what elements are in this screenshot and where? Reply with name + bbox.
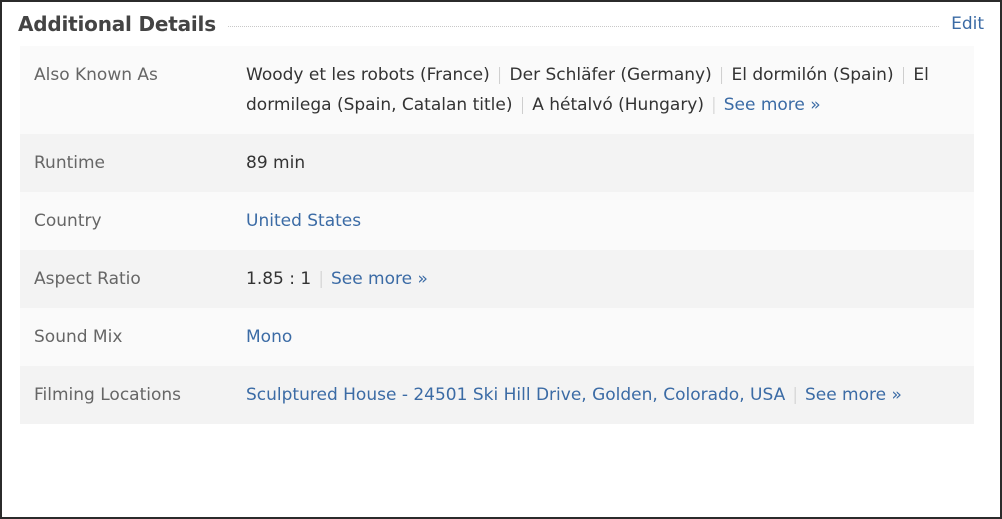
value-separator: | <box>711 95 717 115</box>
value-separator: | <box>318 269 324 289</box>
value-text-runtime-0: 89 min <box>246 153 306 173</box>
detail-value-country: United States <box>246 206 974 236</box>
page-title: Additional Details <box>18 12 216 36</box>
detail-row-country: Country United States <box>20 192 974 250</box>
see-more-link-filming-locations[interactable]: See more » <box>805 385 902 405</box>
detail-value-aspect-ratio: 1.85 : 1 | See more » <box>246 264 974 294</box>
detail-row-also-known-as: Also Known As Woody et les robots (France… <box>20 46 974 134</box>
value-text-also-known-as-1: Der Schläfer (Germany) <box>509 65 712 85</box>
details-table: Also Known As Woody et les robots (France… <box>20 46 974 424</box>
see-more-link-also-known-as[interactable]: See more » <box>724 95 821 115</box>
detail-value-sound-mix: Mono <box>246 322 974 352</box>
detail-label-aspect-ratio: Aspect Ratio <box>34 269 141 289</box>
section-header: Additional Details Edit <box>2 2 1000 46</box>
value-separator: | <box>519 95 526 115</box>
additional-details-panel: Additional Details Edit Also Known As Woo… <box>0 0 1002 519</box>
detail-label-sound-mix: Sound Mix <box>34 327 123 347</box>
edit-link[interactable]: Edit <box>951 15 984 33</box>
value-separator: | <box>496 65 503 85</box>
detail-value-filming-locations: Sculptured House - 24501 Ski Hill Drive,… <box>246 380 974 410</box>
value-text-also-known-as-4: A hétalvó (Hungary) <box>532 95 704 115</box>
detail-row-sound-mix: Sound Mix Mono <box>20 308 974 366</box>
see-more-link-aspect-ratio[interactable]: See more » <box>331 269 428 289</box>
value-text-also-known-as-2: El dormilón (Spain) <box>731 65 894 85</box>
detail-row-runtime: Runtime 89 min <box>20 134 974 192</box>
value-text-also-known-as-0: Woody et les robots (France) <box>246 65 490 85</box>
detail-value-also-known-as: Woody et les robots (France) | Der Schläfe… <box>246 60 974 120</box>
detail-value-runtime: 89 min <box>246 148 974 178</box>
value-separator: | <box>792 385 798 405</box>
detail-row-filming-locations: Filming Locations Sculptured House - 2450… <box>20 366 974 424</box>
detail-label-filming-locations: Filming Locations <box>34 385 181 405</box>
detail-label-country: Country <box>34 211 102 231</box>
value-separator: | <box>718 65 725 85</box>
detail-label-runtime: Runtime <box>34 153 106 173</box>
value-text-aspect-ratio-0: 1.85 : 1 <box>246 269 312 289</box>
value-link-sound-mix-0[interactable]: Mono <box>246 327 292 347</box>
header-divider <box>227 26 940 28</box>
detail-label-also-known-as: Also Known As <box>34 65 158 85</box>
value-link-country-0[interactable]: United States <box>246 211 361 231</box>
detail-row-aspect-ratio: Aspect Ratio 1.85 : 1 | See more » <box>20 250 974 308</box>
value-link-filming-locations-0[interactable]: Sculptured House - 24501 Ski Hill Drive,… <box>246 385 785 405</box>
value-separator: | <box>900 65 907 85</box>
